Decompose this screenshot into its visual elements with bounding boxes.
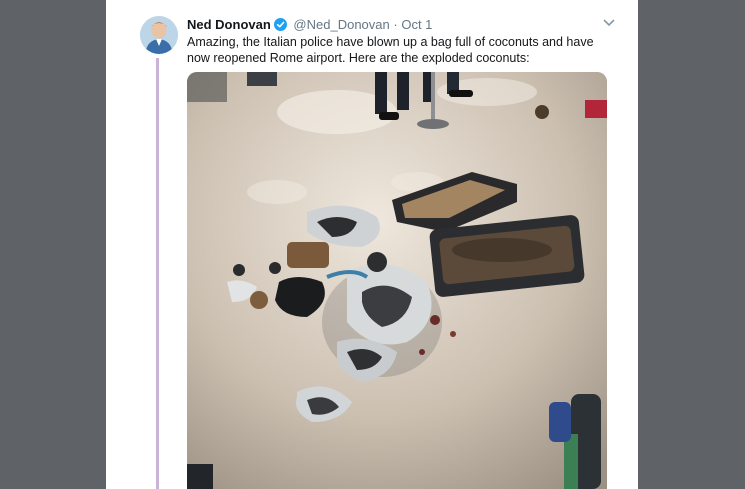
avatar[interactable] (140, 16, 178, 54)
tweet-photo[interactable] (187, 72, 607, 489)
chevron-down-icon[interactable] (602, 16, 616, 30)
author-handle[interactable]: @Ned_Donovan (293, 17, 389, 32)
tweet-text: Amazing, the Italian police have blown u… (187, 35, 594, 65)
tweet-timestamp[interactable]: Oct 1 (401, 17, 432, 32)
separator-dot: · (393, 17, 398, 32)
author-name[interactable]: Ned Donovan (187, 17, 271, 32)
tweet-card: Ned Donovan @Ned_Donovan · Oct 1 Amazing… (106, 0, 638, 489)
thread-line (156, 58, 159, 489)
tweet-header: Ned Donovan @Ned_Donovan · Oct 1 (187, 16, 627, 34)
